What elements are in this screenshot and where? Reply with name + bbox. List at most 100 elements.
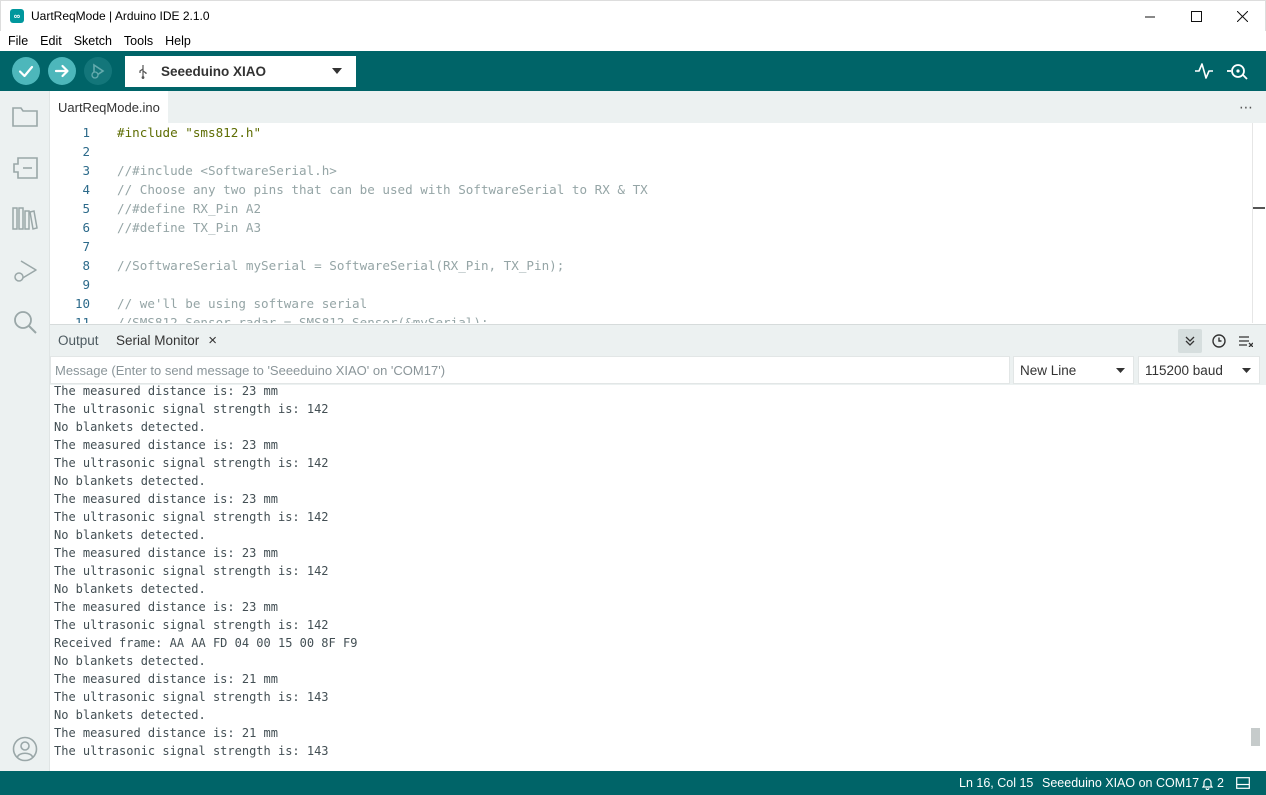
boards-manager-button[interactable]	[11, 154, 39, 182]
notifications-indicator[interactable]: 2	[1201, 771, 1224, 795]
menu-help[interactable]: Help	[161, 34, 195, 48]
serial-line: Received frame: AA AA FD 04 00 15 00 8F …	[54, 636, 358, 650]
menu-tools[interactable]: Tools	[120, 34, 157, 48]
line-number: 7	[82, 239, 90, 254]
clear-output-button[interactable]	[1234, 329, 1258, 353]
line-number: 3	[82, 163, 90, 178]
serial-message-row: New Line 115200 baud	[50, 355, 1266, 385]
serial-scroll-thumb[interactable]	[1251, 728, 1260, 746]
maximize-button[interactable]	[1173, 1, 1219, 32]
serial-line: The ultrasonic signal strength is: 142	[54, 618, 329, 632]
run-debug-icon	[14, 260, 37, 282]
toggle-panel-button[interactable]	[1236, 771, 1250, 795]
serial-line: The measured distance is: 23 mm	[54, 546, 278, 560]
serial-line: The ultrasonic signal strength is: 142	[54, 456, 329, 470]
serial-lines: The measured distance is: 23 mm The ultra…	[54, 385, 357, 760]
more-actions-icon[interactable]: ⋯	[1239, 99, 1254, 116]
debug-button[interactable]	[84, 57, 112, 85]
upload-button[interactable]	[48, 57, 76, 85]
serial-plotter-button[interactable]	[1192, 59, 1216, 83]
verify-button[interactable]	[12, 57, 40, 85]
debug-panel-button[interactable]	[11, 257, 39, 285]
code-line: 11 //SMS812_Sensor radar = SMS812_Sensor(…	[50, 313, 1250, 323]
tab-output[interactable]: Output	[58, 325, 99, 356]
code-line: 7	[50, 237, 1250, 256]
account-icon	[12, 736, 38, 762]
close-tab-icon[interactable]: ×	[208, 332, 217, 349]
serial-monitor-icon	[1227, 64, 1248, 80]
line-number: 9	[82, 277, 90, 292]
code-text: //SoftwareSerial mySerial = SoftwareSeri…	[117, 258, 565, 273]
close-window-button[interactable]	[1219, 1, 1265, 32]
chevron-down-icon	[1116, 368, 1125, 373]
serial-line: No blankets detected.	[54, 420, 206, 434]
code-line: 10 // we'll be using software serial	[50, 294, 1250, 313]
serial-monitor-button[interactable]	[1226, 59, 1250, 83]
menu-edit[interactable]: Edit	[36, 34, 66, 48]
library-manager-button[interactable]	[11, 204, 39, 232]
clear-output-icon	[1239, 336, 1253, 347]
editor-scrollbar[interactable]	[1252, 123, 1265, 323]
account-button[interactable]	[11, 735, 39, 763]
serial-line: No blankets detected.	[54, 708, 206, 722]
code-line: 4 // Choose any two pins that can be used…	[50, 180, 1250, 199]
usb-icon	[137, 64, 149, 79]
line-number: 2	[82, 144, 90, 159]
editor-scroll-thumb[interactable]	[1253, 207, 1265, 209]
window-controls	[1127, 1, 1265, 32]
serial-line: The measured distance is: 23 mm	[54, 385, 278, 398]
minimize-icon	[1144, 16, 1155, 18]
sidebar	[0, 91, 50, 771]
line-ending-select[interactable]: New Line	[1013, 356, 1134, 384]
line-number: 1	[82, 125, 90, 140]
autoscroll-button[interactable]	[1178, 329, 1202, 353]
board-name: Seeeduino XIAO	[161, 64, 267, 79]
code-line: 9	[50, 275, 1250, 294]
line-number: 8	[82, 258, 90, 273]
code-editor[interactable]: 1 #include "sms812.h" 2 3 //#include <Soft…	[50, 123, 1266, 323]
debug-icon	[91, 63, 105, 79]
line-number: 6	[82, 220, 90, 235]
code-text: //SMS812_Sensor radar = SMS812_Sensor(&m…	[117, 315, 489, 323]
serial-line: The ultrasonic signal strength is: 143	[54, 690, 329, 704]
code-text: //#define RX_Pin A2	[117, 201, 262, 216]
status-bar: Ln 16, Col 15 Seeeduino XIAO on COM17 2	[0, 771, 1266, 795]
baud-rate-select[interactable]: 115200 baud	[1138, 356, 1260, 384]
serial-output[interactable]: The measured distance is: 23 mm The ultra…	[50, 385, 1266, 771]
baud-rate-value: 115200 baud	[1145, 362, 1223, 378]
menu-sketch[interactable]: Sketch	[70, 34, 116, 48]
line-number: 5	[82, 201, 90, 216]
boards-manager-icon	[13, 157, 38, 179]
sketchbook-button[interactable]	[11, 102, 39, 130]
serial-line: No blankets detected.	[54, 654, 206, 668]
tab-uartreqmode[interactable]: UartReqMode.ino	[50, 91, 168, 123]
serial-line: No blankets detected.	[54, 474, 206, 488]
window-title: UartReqMode | Arduino IDE 2.1.0	[31, 9, 210, 23]
code-text: #include "sms812.h"	[117, 125, 262, 140]
serial-message-input[interactable]	[50, 356, 1010, 384]
code-line: 2	[50, 142, 1250, 161]
tab-label: UartReqMode.ino	[58, 99, 160, 115]
menu-file[interactable]: File	[4, 34, 32, 48]
toolbar: Seeeduino XIAO	[0, 51, 1266, 91]
code-line: 8 //SoftwareSerial mySerial = SoftwareSer…	[50, 256, 1250, 275]
serial-line: The measured distance is: 23 mm	[54, 600, 278, 614]
code-line: 5 //#define RX_Pin A2	[50, 199, 1250, 218]
serial-line: The ultrasonic signal strength is: 142	[54, 510, 329, 524]
tab-serial-monitor[interactable]: Serial Monitor ×	[116, 325, 217, 356]
timestamp-button[interactable]	[1207, 329, 1231, 353]
serial-line: The measured distance is: 21 mm	[54, 672, 278, 686]
panel-icon	[1236, 777, 1250, 789]
serial-line: The ultrasonic signal strength is: 142	[54, 564, 329, 578]
code-line: 6 //#define TX_Pin A3	[50, 218, 1250, 237]
chevron-down-icon	[332, 68, 342, 74]
serial-line: The ultrasonic signal strength is: 143	[54, 744, 329, 758]
board-selector[interactable]: Seeeduino XIAO	[125, 56, 356, 87]
board-port-status[interactable]: Seeeduino XIAO on COM17	[1042, 771, 1199, 795]
line-number: 4	[82, 182, 90, 197]
serial-plotter-icon	[1195, 63, 1213, 79]
sketchbook-icon	[12, 107, 38, 127]
search-button[interactable]	[11, 308, 39, 336]
chevron-down-icon	[1242, 368, 1251, 373]
minimize-button[interactable]	[1127, 1, 1173, 32]
